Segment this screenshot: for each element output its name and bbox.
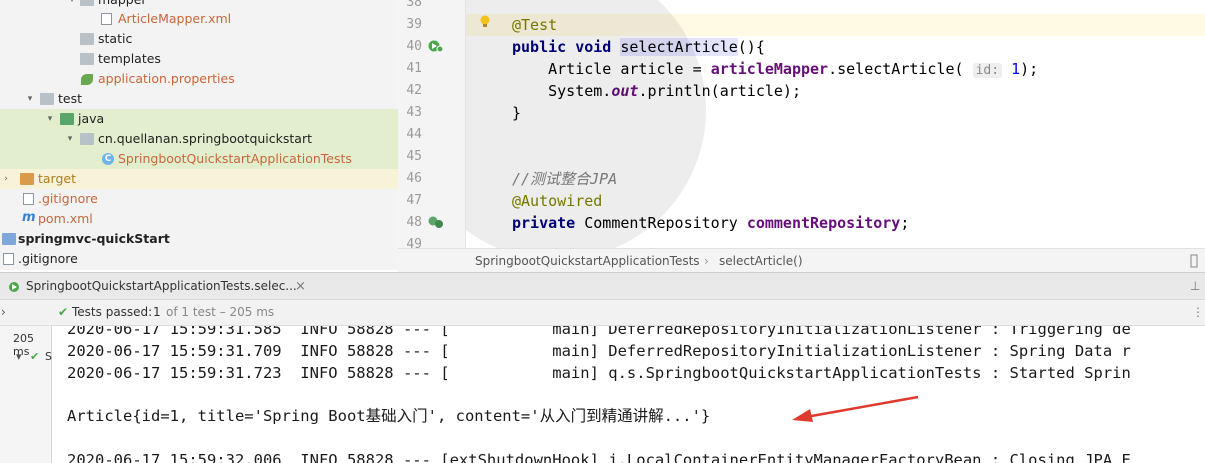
code-text: .selectArticle(	[828, 60, 973, 78]
tree-item-label: ArticleMapper.xml	[118, 11, 232, 26]
expand-icon[interactable]: ▾	[24, 89, 36, 109]
run-tab-label[interactable]: SpringbootQuickstartApplicationTests.sel…	[26, 273, 297, 300]
console-line: 2020-06-17 15:59:32.006 INFO 58828 --- […	[67, 451, 1131, 463]
expand-icon[interactable]: ▾	[16, 350, 22, 363]
breadcrumb-separator: ›	[704, 254, 709, 268]
tree-item-target[interactable]: › target	[0, 169, 398, 189]
gitignore-file-icon	[23, 193, 34, 205]
tree-item-label: springmvc-quickStart	[18, 231, 170, 246]
tree-item-application-properties[interactable]: application.properties	[0, 69, 398, 89]
breadcrumb: SpringbootQuickstartApplicationTests › s…	[398, 248, 1205, 272]
tree-item-label: .gitignore	[38, 191, 98, 206]
breadcrumb-class[interactable]: SpringbootQuickstartApplicationTests	[475, 249, 700, 273]
console-line: 2020-06-17 15:59:31.723 INFO 58828 --- […	[67, 364, 1131, 382]
tree-item-label: pom.xml	[38, 211, 93, 226]
field-reference: articleMapper	[710, 60, 829, 78]
parameter-hint: id:	[972, 63, 1003, 78]
background-art	[466, 0, 706, 248]
autowired-bean-icon[interactable]	[428, 215, 444, 229]
tree-item-gitignore[interactable]: .gitignore	[0, 189, 398, 209]
code-text: (){	[737, 38, 765, 56]
test-folder-icon	[60, 113, 74, 125]
check-icon: ✔	[30, 350, 40, 363]
console-line: 2020-06-17 15:59:31.585 INFO 58828 --- […	[67, 326, 1131, 338]
code-editor[interactable]: @Test public void selectArticle(){ Artic…	[466, 0, 1205, 248]
tree-item-springmvc-module[interactable]: springmvc-quickStart	[0, 229, 398, 249]
tree-item-pom[interactable]: m pom.xml	[0, 209, 398, 229]
tree-item-label: SpringbootQuickstartApplicationTests	[118, 151, 352, 166]
expand-icon[interactable]: ▾	[44, 109, 56, 129]
pin-icon[interactable]: ⊥	[1190, 273, 1200, 300]
tree-item-articlemapper-xml[interactable]: ArticleMapper.xml	[0, 9, 398, 29]
spring-leaf-icon	[81, 74, 93, 85]
folder-icon	[80, 0, 94, 6]
check-icon: ✔	[58, 305, 69, 319]
expand-icon[interactable]: ▾	[64, 129, 76, 149]
tree-item-label: application.properties	[98, 71, 235, 86]
settings-icon[interactable]: ⋮	[1192, 300, 1204, 325]
close-tab-icon[interactable]: ×	[295, 273, 306, 300]
editor-gutter: 38 39 40 41 42 43 44 45 46 47 48 49	[398, 0, 466, 252]
scroll-marker-icon	[1190, 254, 1198, 268]
maven-icon: m	[22, 210, 36, 225]
test-results-tree: 205 ms ▾ ✔ S	[0, 326, 52, 463]
folder-icon	[80, 53, 94, 65]
line-number: 45	[406, 149, 422, 164]
number-literal: 1	[1011, 60, 1021, 78]
tests-passed-count: 1	[153, 305, 161, 319]
tree-item-label: templates	[98, 51, 161, 66]
tree-item-gitignore-root[interactable]: .gitignore	[0, 249, 398, 269]
class-icon: C	[102, 153, 114, 165]
lightbulb-icon[interactable]	[479, 15, 491, 29]
tree-item-static[interactable]: static	[0, 29, 398, 49]
line-number: 38	[406, 0, 422, 10]
breadcrumb-method[interactable]: selectArticle()	[719, 249, 803, 273]
field-name: commentRepository	[746, 214, 901, 232]
package-icon	[80, 133, 94, 145]
test-node-label[interactable]: S	[45, 350, 52, 363]
run-tool-window-header: SpringbootQuickstartApplicationTests.sel…	[0, 272, 1205, 300]
line-number: 44	[406, 127, 422, 142]
tree-item-label: java	[78, 111, 105, 126]
tree-item-label: static	[98, 31, 133, 46]
tree-item-test-class[interactable]: C SpringbootQuickstartApplicationTests	[0, 149, 398, 169]
gitignore-file-icon	[3, 253, 14, 265]
module-folder-icon	[2, 233, 16, 245]
folder-icon	[40, 93, 54, 105]
tree-item-label: target	[38, 171, 77, 186]
console-output[interactable]: 2020-06-17 15:59:31.585 INFO 58828 --- […	[52, 326, 1205, 463]
tree-item-label: .gitignore	[18, 251, 78, 266]
line-number: 48	[406, 215, 422, 230]
tests-total-summary: of 1 test – 205 ms	[166, 305, 275, 319]
code-text: ;	[900, 214, 910, 232]
run-test-icon[interactable]	[428, 39, 444, 53]
xml-file-icon	[101, 13, 112, 25]
console-line-article: Article{id=1, title='Spring Boot基础入门', c…	[67, 407, 711, 425]
line-number: 41	[406, 61, 422, 76]
line-number: 42	[406, 83, 422, 98]
tree-item-java[interactable]: ▾ java	[0, 109, 398, 129]
red-arrow-annotation	[792, 395, 919, 422]
folder-icon	[80, 33, 94, 45]
tree-item-test[interactable]: ▾ test	[0, 89, 398, 109]
project-tree: ▾ mapper ArticleMapper.xml static templa…	[0, 0, 398, 270]
tree-item-label: cn.quellanan.springbootquickstart	[98, 131, 313, 146]
console-line: 2020-06-17 15:59:31.709 INFO 58828 --- […	[67, 342, 1131, 360]
test-run-icon	[9, 282, 19, 292]
line-number: 46	[406, 171, 422, 186]
line-number: 47	[406, 193, 422, 208]
collapse-icon[interactable]: ›	[0, 169, 12, 189]
chevron-icon[interactable]: ›	[1, 300, 6, 325]
tree-item-templates[interactable]: templates	[0, 49, 398, 69]
tests-passed-label: Tests passed:	[72, 305, 153, 319]
test-results-toolbar: › ✔ Tests passed: 1 of 1 test – 205 ms ⋮	[0, 300, 1205, 326]
excluded-folder-icon	[20, 173, 34, 185]
tree-item-package[interactable]: ▾ cn.quellanan.springbootquickstart	[0, 129, 398, 149]
line-number: 43	[406, 105, 422, 120]
line-number: 40	[406, 39, 422, 54]
tree-item-label: test	[58, 91, 83, 106]
code-text: );	[1020, 60, 1039, 78]
line-number: 39	[406, 17, 422, 32]
